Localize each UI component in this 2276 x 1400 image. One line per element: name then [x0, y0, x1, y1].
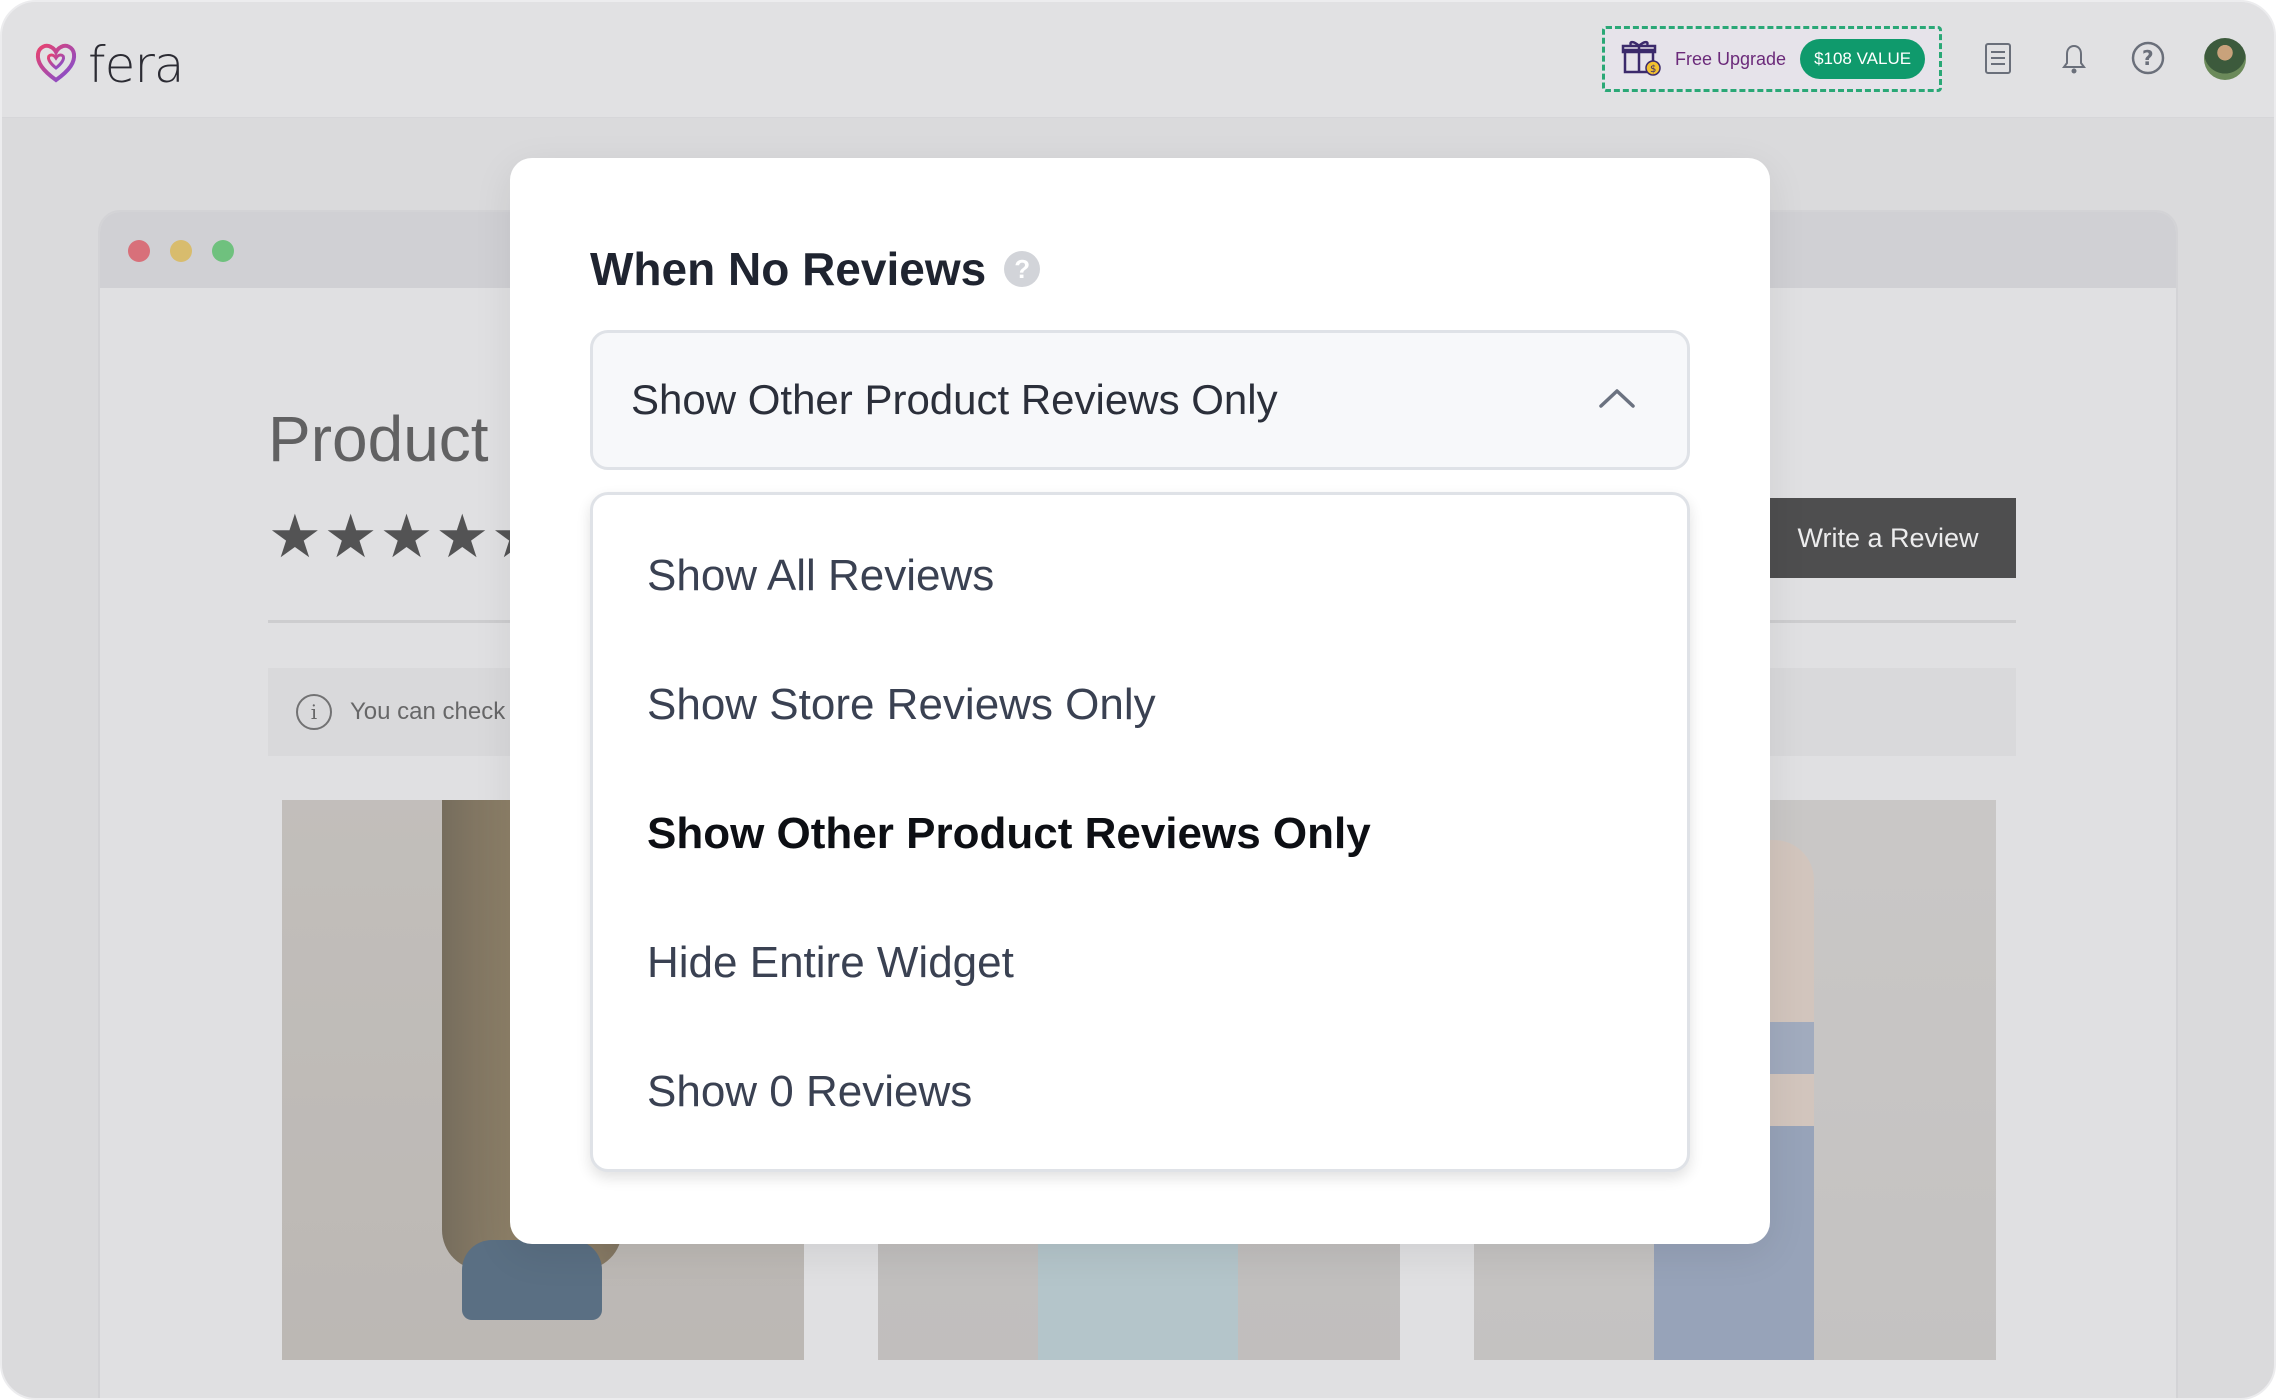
select-dropdown-menu: Show All Reviews Show Store Reviews Only… [590, 492, 1690, 1172]
heart-logo-icon [34, 42, 78, 89]
user-avatar[interactable] [2204, 38, 2246, 80]
gift-icon: $ [1621, 38, 1661, 81]
option-show-store-reviews-only[interactable]: Show Store Reviews Only [593, 640, 1687, 769]
chevron-up-icon [1597, 386, 1637, 415]
option-show-all-reviews[interactable]: Show All Reviews [593, 511, 1687, 640]
question-icon[interactable]: ? [1004, 251, 1041, 287]
upgrade-value-badge: $108 VALUE [1800, 39, 1926, 79]
option-hide-entire-widget[interactable]: Hide Entire Widget [593, 898, 1687, 1027]
option-show-0-reviews[interactable]: Show 0 Reviews [593, 1027, 1687, 1156]
top-bar: fera $ Free Upgrade $108 VALUE ? [2, 2, 2274, 118]
fera-logo[interactable]: fera [34, 36, 185, 94]
upgrade-label: Free Upgrade [1675, 48, 1787, 69]
modal-title: When No Reviews [590, 243, 987, 295]
bell-icon[interactable] [2054, 38, 2094, 78]
no-reviews-select[interactable]: Show Other Product Reviews Only [590, 330, 1690, 470]
option-show-other-product-reviews-only[interactable]: Show Other Product Reviews Only [593, 769, 1687, 898]
select-value: Show Other Product Reviews Only [631, 376, 1278, 423]
svg-text:?: ? [2142, 46, 2154, 70]
free-upgrade-banner[interactable]: $ Free Upgrade $108 VALUE [1602, 26, 1942, 92]
svg-text:$: $ [1650, 64, 1656, 75]
help-icon[interactable]: ? [2128, 38, 2168, 78]
app-frame: fera $ Free Upgrade $108 VALUE ? Product… [0, 0, 2276, 1400]
logo-text: fera [88, 36, 185, 94]
modal-title-row: When No Reviews ? [590, 242, 1041, 296]
checklist-icon[interactable] [1978, 38, 2018, 78]
when-no-reviews-modal: When No Reviews ? Show Other Product Rev… [510, 158, 1770, 1244]
